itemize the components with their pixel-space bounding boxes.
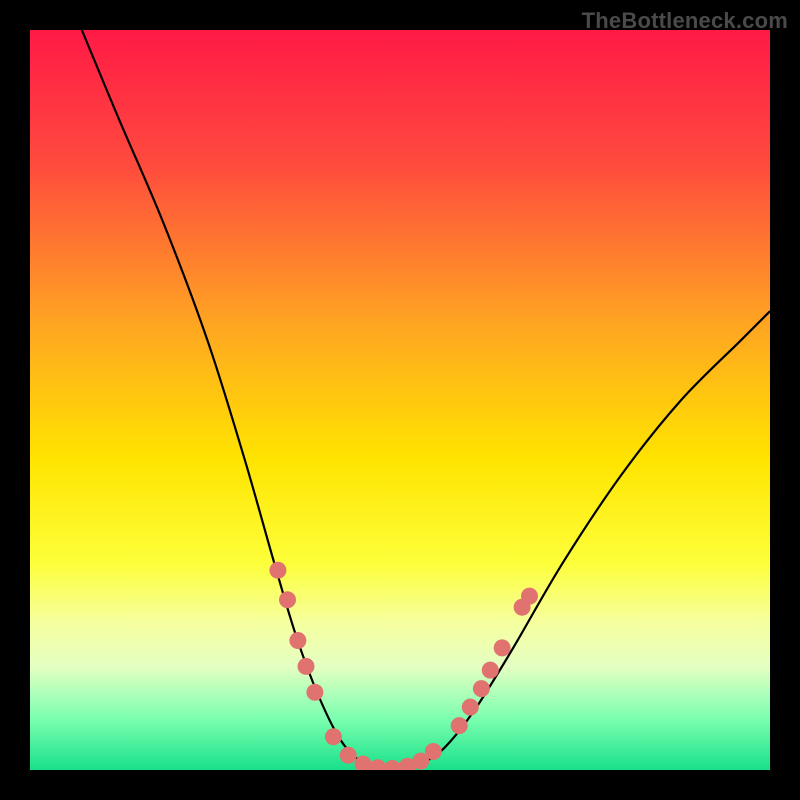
marker-dot — [306, 684, 323, 701]
watermark-text: TheBottleneck.com — [582, 8, 788, 34]
marker-dot — [473, 680, 490, 697]
marker-dot — [325, 728, 342, 745]
marker-dot — [289, 632, 306, 649]
marker-dot — [462, 699, 479, 716]
marker-dot — [521, 588, 538, 605]
plot-area — [30, 30, 770, 770]
marker-dot — [494, 639, 511, 656]
marker-dot — [451, 717, 468, 734]
marker-dot — [482, 662, 499, 679]
chart-svg — [30, 30, 770, 770]
gradient-background — [30, 30, 770, 770]
chart-container: TheBottleneck.com — [0, 0, 800, 800]
marker-dot — [298, 658, 315, 675]
marker-dot — [269, 562, 286, 579]
marker-dot — [340, 747, 357, 764]
marker-dot — [279, 591, 296, 608]
marker-dot — [425, 743, 442, 760]
